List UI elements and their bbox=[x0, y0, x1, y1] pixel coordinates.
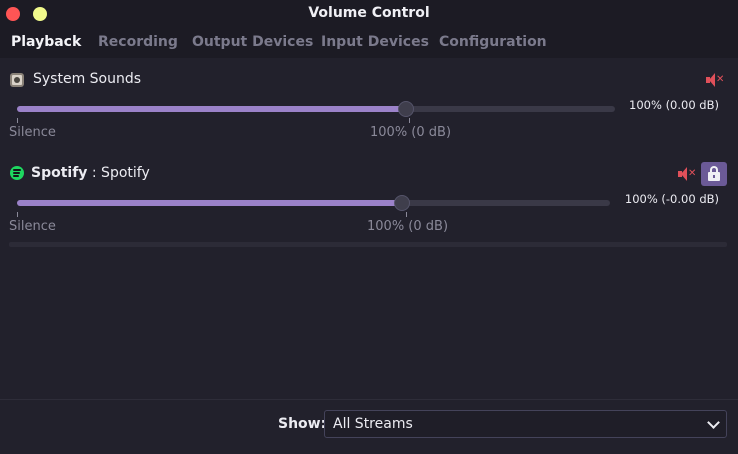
tab-configuration[interactable]: Configuration bbox=[439, 34, 547, 50]
volume-slider-handle[interactable] bbox=[398, 101, 414, 117]
volume-readout: 100% (-0.00 dB) bbox=[624, 192, 719, 206]
tick-mark-silence bbox=[17, 118, 18, 123]
silence-label: Silence bbox=[9, 219, 56, 234]
muted-speaker-icon[interactable]: ✕ bbox=[706, 73, 724, 87]
stream-title: Spotify bbox=[31, 165, 88, 181]
stream-separator bbox=[9, 242, 727, 247]
chevron-down-icon bbox=[707, 416, 720, 429]
volume-control-window: Volume Control Playback Recording Output… bbox=[0, 0, 738, 454]
stream-system-sounds: System Sounds ✕ 100% (0.00 dB) Silence 1… bbox=[0, 64, 738, 148]
stream-app: : Spotify bbox=[91, 165, 150, 181]
silence-label: Silence bbox=[9, 125, 56, 140]
show-label: Show: bbox=[278, 416, 327, 432]
stream-name: Spotify : Spotify bbox=[31, 165, 150, 181]
volume-slider[interactable] bbox=[17, 200, 610, 206]
window-title: Volume Control bbox=[308, 5, 430, 21]
volume-readout: 100% (0.00 dB) bbox=[629, 98, 719, 112]
unity-label: 100% (0 dB) bbox=[370, 125, 452, 140]
tick-mark-100 bbox=[409, 118, 410, 123]
footer-divider bbox=[0, 399, 738, 400]
stream-spotify: Spotify : Spotify ✕ 100% (-0.00 dB) Sile… bbox=[0, 158, 738, 248]
tab-input-devices[interactable]: Input Devices bbox=[321, 34, 429, 50]
tab-playback[interactable]: Playback bbox=[11, 34, 81, 50]
lock-channels-button[interactable] bbox=[701, 162, 727, 186]
stream-title: System Sounds bbox=[33, 71, 142, 87]
tick-mark-100 bbox=[406, 212, 407, 217]
stream-name: System Sounds bbox=[33, 71, 141, 87]
tab-output-devices[interactable]: Output Devices bbox=[192, 34, 313, 50]
volume-slider[interactable] bbox=[17, 106, 615, 112]
tick-mark-silence bbox=[17, 212, 18, 217]
show-dropdown-value: All Streams bbox=[333, 416, 413, 432]
show-streams-dropdown[interactable]: All Streams bbox=[324, 410, 727, 438]
unity-label: 100% (0 dB) bbox=[367, 219, 449, 234]
tab-bar: Playback Recording Output Devices Input … bbox=[0, 28, 738, 58]
volume-slider-handle[interactable] bbox=[394, 195, 410, 211]
title-bar: Volume Control bbox=[0, 0, 738, 28]
tab-recording[interactable]: Recording bbox=[98, 34, 178, 50]
volume-slider-fill bbox=[17, 106, 406, 112]
muted-speaker-icon[interactable]: ✕ bbox=[678, 167, 696, 181]
volume-slider-fill bbox=[17, 200, 402, 206]
speaker-device-icon bbox=[10, 73, 24, 87]
spotify-icon bbox=[10, 166, 24, 180]
